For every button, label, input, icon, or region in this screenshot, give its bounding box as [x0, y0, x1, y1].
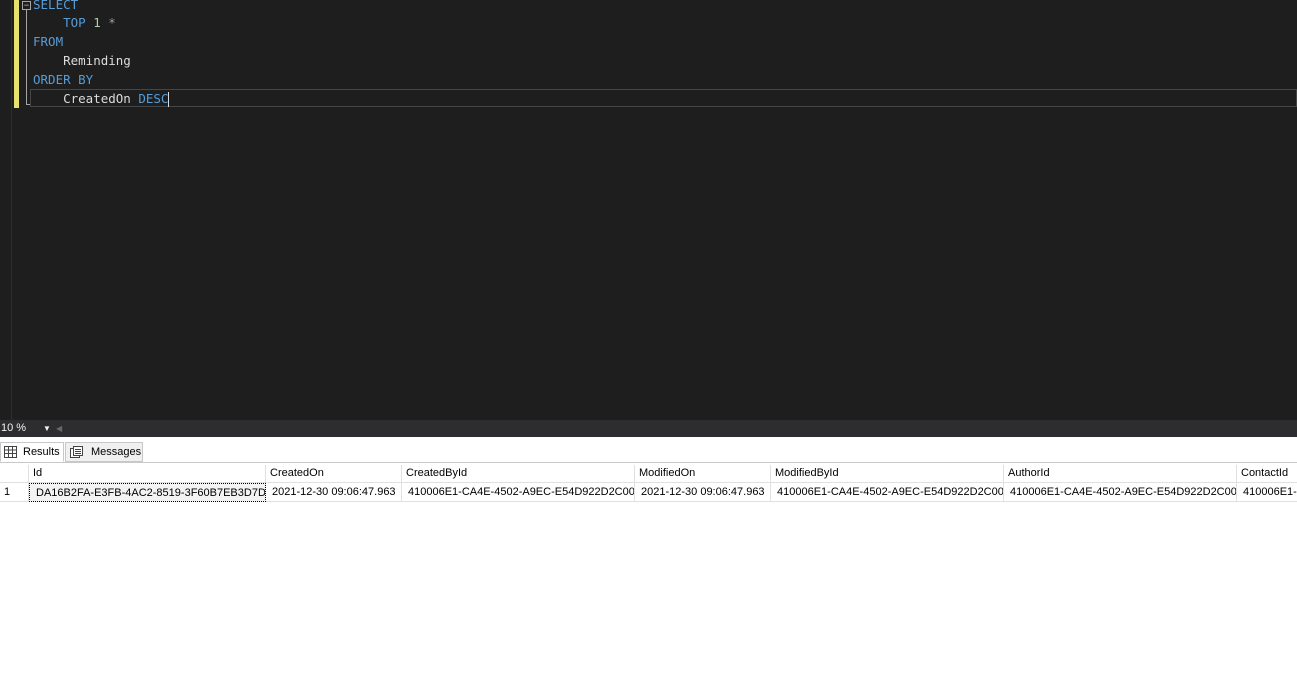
cell-modifiedbyid[interactable]: 410006E1-CA4E-4502-A9EC-E54D922D2C00 — [771, 483, 1004, 502]
code-line[interactable]: CreatedOn DESC — [33, 89, 170, 108]
cell-id[interactable]: DA16B2FA-E3FB-4AC2-8519-3F60B7EB3D7D — [29, 483, 266, 502]
outline-line — [26, 10, 27, 105]
editor-margin — [0, 0, 12, 420]
grid-icon — [4, 446, 17, 458]
code-line[interactable]: FROM — [33, 32, 63, 51]
change-tracking-bar — [14, 0, 19, 108]
scroll-left-icon[interactable]: ◀ — [56, 420, 66, 437]
current-line-highlight — [30, 89, 1297, 107]
column-header-id[interactable]: Id — [29, 465, 266, 483]
results-pane: Results Messages Id CreatedOn CreatedByI… — [0, 437, 1297, 678]
sql-keyword: FROM — [33, 34, 64, 49]
sql-keyword: TOP — [63, 15, 86, 30]
tab-results[interactable]: Results — [0, 442, 64, 462]
collapse-icon[interactable]: − — [22, 1, 31, 10]
cell-contactid[interactable]: 410006E1-CA4E-4502-A9EC-E54D922D2C00 — [1237, 483, 1297, 502]
tab-messages-label: Messages — [91, 446, 142, 458]
results-tabs: Results Messages — [0, 442, 1297, 463]
chevron-down-icon[interactable]: ▼ — [42, 420, 52, 437]
column-header-contactid[interactable]: ContactId — [1237, 465, 1297, 483]
row-number-header[interactable] — [0, 465, 29, 483]
tab-messages[interactable]: Messages — [65, 442, 143, 462]
query-editor[interactable]: − SELECT TOP 1 * FROM Reminding ORDER BY C… — [0, 0, 1297, 420]
row-number[interactable]: 1 — [0, 483, 29, 502]
column-header-authorid[interactable]: AuthorId — [1004, 465, 1237, 483]
code-line[interactable]: ORDER BY — [33, 70, 93, 89]
messages-icon — [70, 446, 83, 458]
column-header-modifiedon[interactable]: ModifiedOn — [635, 465, 771, 483]
column-header-modifiedbyid[interactable]: ModifiedById — [771, 465, 1004, 483]
sql-keyword: ORDER BY — [33, 72, 94, 87]
code-line[interactable]: TOP 1 * — [33, 13, 116, 32]
sql-token: * — [108, 15, 116, 30]
sql-number: 1 — [93, 15, 101, 30]
code-line[interactable]: SELECT — [33, 0, 78, 14]
text-caret — [168, 92, 170, 107]
sql-token: Reminding — [33, 53, 131, 68]
cell-modifiedon[interactable]: 2021-12-30 09:06:47.963 — [635, 483, 771, 502]
cell-createdbyid[interactable]: 410006E1-CA4E-4502-A9EC-E54D922D2C00 — [402, 483, 635, 502]
column-header-createdon[interactable]: CreatedOn — [266, 465, 402, 483]
sql-token: CreatedOn — [33, 91, 139, 106]
editor-status-strip: 10 % ▼ ◀ — [0, 420, 1297, 437]
zoom-level-value: 10 % — [1, 422, 27, 434]
code-line[interactable]: Reminding — [33, 51, 131, 70]
tab-results-label: Results — [23, 446, 60, 458]
sql-keyword: DESC — [138, 91, 169, 106]
tabs-divider — [0, 462, 1297, 463]
cell-createdon[interactable]: 2021-12-30 09:06:47.963 — [266, 483, 402, 502]
sql-keyword: SELECT — [33, 0, 79, 12]
cell-authorid[interactable]: 410006E1-CA4E-4502-A9EC-E54D922D2C00 — [1004, 483, 1237, 502]
column-header-createdbyid[interactable]: CreatedById — [402, 465, 635, 483]
